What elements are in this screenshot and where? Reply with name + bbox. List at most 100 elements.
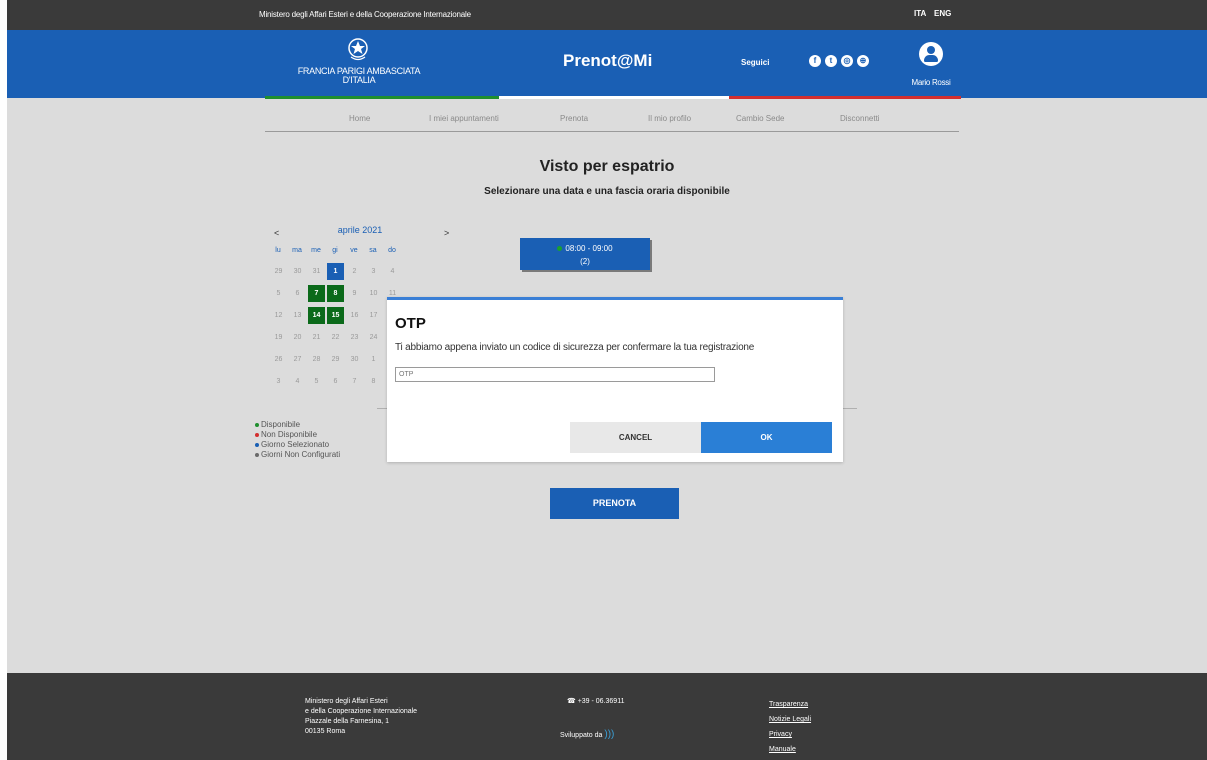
- nav-item-prenota[interactable]: Prenota: [560, 114, 588, 123]
- nav-item-logout[interactable]: Disconnetti: [840, 114, 880, 123]
- legend-item: Disponibile: [255, 420, 340, 430]
- calendar-day[interactable]: 1: [365, 351, 382, 368]
- calendar-prev-button[interactable]: <: [274, 228, 279, 238]
- calendar-day[interactable]: 3: [365, 263, 382, 280]
- page-title: Visto per espatrio: [539, 158, 675, 175]
- calendar-day[interactable]: 8: [327, 285, 344, 302]
- calendar-weekday: lu: [275, 247, 281, 254]
- calendar-day[interactable]: 3: [270, 373, 287, 390]
- page: Ministero degli Affari Esteri e della Co…: [7, 0, 1207, 760]
- calendar-day[interactable]: 1: [327, 263, 344, 280]
- calendar-day[interactable]: 21: [308, 329, 325, 346]
- legend-bullet-icon: [255, 422, 259, 427]
- nav-item-home[interactable]: Home: [349, 114, 370, 123]
- calendar-day[interactable]: 10: [365, 285, 382, 302]
- ok-button[interactable]: OK: [701, 422, 832, 453]
- calendar-day[interactable]: 30: [289, 263, 306, 280]
- legend-label: Non Disponibile: [261, 430, 318, 439]
- footer-link-manual[interactable]: Manuale: [769, 742, 811, 757]
- calendar-day[interactable]: 20: [289, 329, 306, 346]
- developed-by-label: Sviluppato da: [560, 732, 603, 739]
- time-slot-time: 08:00 - 09:00: [565, 244, 613, 253]
- calendar-day[interactable]: 9: [346, 285, 363, 302]
- instagram-icon[interactable]: ◎: [841, 55, 853, 67]
- footer-address: Ministero degli Affari Esteri e della Co…: [305, 697, 417, 737]
- address-line: e della Cooperazione Internazionale: [305, 708, 418, 715]
- user-avatar-icon[interactable]: [919, 42, 943, 66]
- calendar-day[interactable]: 24: [365, 329, 382, 346]
- calendar-legend: Disponibile Non Disponibile Giorno Selezio…: [255, 420, 340, 460]
- calendar-day[interactable]: 30: [346, 351, 363, 368]
- legend-bullet-icon: [255, 442, 259, 447]
- calendar-day[interactable]: 4: [289, 373, 306, 390]
- ministry-name: Ministero degli Affari Esteri e della Co…: [259, 10, 471, 19]
- footer-link-legal[interactable]: Notizie Legali: [769, 712, 811, 727]
- prenota-button[interactable]: PRENOTA: [550, 488, 679, 519]
- page-subtitle: Selezionare una data e una fascia oraria…: [484, 186, 730, 197]
- calendar-day[interactable]: 23: [346, 329, 363, 346]
- calendar-day[interactable]: 2: [346, 263, 363, 280]
- office-name: FRANCIA PARIGI AMBASCIATA D'ITALIA: [297, 66, 421, 85]
- calendar-day[interactable]: 22: [327, 329, 344, 346]
- user-name[interactable]: Mario Rossi: [903, 78, 959, 87]
- main-nav: Home I miei appuntamenti Prenota Il mio …: [265, 108, 959, 132]
- flag-stripe-green: [265, 96, 499, 99]
- legend-bullet-icon: [255, 432, 259, 437]
- calendar-month: aprile 2021: [337, 225, 383, 235]
- address-line: Ministero degli Affari Esteri: [305, 698, 388, 705]
- calendar-day[interactable]: 31: [308, 263, 325, 280]
- twitter-icon[interactable]: t: [825, 55, 837, 67]
- republic-emblem-icon: [348, 38, 368, 61]
- calendar-day[interactable]: 13: [289, 307, 306, 324]
- facebook-icon[interactable]: f: [809, 55, 821, 67]
- footer: Ministero degli Affari Esteri e della Co…: [7, 673, 1207, 760]
- calendar-day[interactable]: 14: [308, 307, 325, 324]
- calendar-day[interactable]: 17: [365, 307, 382, 324]
- calendar-day[interactable]: 26: [270, 351, 287, 368]
- footer-link-transparency[interactable]: Trasparenza: [769, 697, 811, 712]
- calendar-day[interactable]: 7: [346, 373, 363, 390]
- calendar-day[interactable]: 5: [308, 373, 325, 390]
- otp-input[interactable]: [395, 367, 715, 382]
- footer-link-privacy[interactable]: Privacy: [769, 727, 811, 742]
- time-slot-button[interactable]: 08:00 - 09:00 (2): [520, 238, 650, 270]
- calendar-day[interactable]: 12: [270, 307, 287, 324]
- nav-item-change-office[interactable]: Cambio Sede: [736, 114, 784, 123]
- footer-phone: ☎ +39 - 06.36911: [567, 697, 624, 705]
- legend-item: Giorno Selezionato: [255, 440, 340, 450]
- calendar-day[interactable]: 29: [270, 263, 287, 280]
- calendar-day[interactable]: 6: [289, 285, 306, 302]
- calendar-day[interactable]: 4: [384, 263, 401, 280]
- calendar-day[interactable]: 27: [289, 351, 306, 368]
- calendar-day[interactable]: 28: [308, 351, 325, 368]
- lang-ita-link[interactable]: ITA: [914, 9, 926, 18]
- legend-item: Giorni Non Configurati: [255, 450, 340, 460]
- calendar-day[interactable]: 16: [346, 307, 363, 324]
- nav-item-profile[interactable]: Il mio profilo: [648, 114, 691, 123]
- globe-icon[interactable]: ⊕: [857, 55, 869, 67]
- address-line: Piazzale della Farnesina, 1: [305, 718, 390, 725]
- calendar-day[interactable]: 7: [308, 285, 325, 302]
- calendar-weekday: ve: [350, 247, 358, 254]
- footer-links: Trasparenza Notizie Legali Privacy Manua…: [769, 697, 811, 757]
- calendar-day[interactable]: 29: [327, 351, 344, 368]
- calendar-next-button[interactable]: >: [444, 228, 449, 238]
- top-bar: Ministero degli Affari Esteri e della Co…: [7, 0, 1207, 30]
- dialog-title: OTP: [395, 315, 426, 332]
- calendar-day[interactable]: 15: [327, 307, 344, 324]
- calendar-weekday: gi: [332, 247, 338, 254]
- calendar-weekday: sa: [369, 247, 377, 254]
- dialog-message: Ti abbiamo appena inviato un codice di s…: [395, 342, 755, 353]
- nav-item-appointments[interactable]: I miei appuntamenti: [429, 114, 499, 123]
- calendar-day[interactable]: 6: [327, 373, 344, 390]
- lang-eng-link[interactable]: ENG: [934, 9, 951, 18]
- legend-label: Giorni Non Configurati: [261, 450, 341, 459]
- calendar-day[interactable]: 5: [270, 285, 287, 302]
- brand-title[interactable]: Prenot@Mi: [563, 51, 652, 71]
- flag-stripe-red: [729, 96, 961, 99]
- footer-developer: Sviluppato da ))): [560, 729, 614, 740]
- address-line: 00135 Roma: [305, 728, 346, 735]
- calendar-day[interactable]: 8: [365, 373, 382, 390]
- calendar-day[interactable]: 19: [270, 329, 287, 346]
- cancel-button[interactable]: CANCEL: [570, 422, 701, 453]
